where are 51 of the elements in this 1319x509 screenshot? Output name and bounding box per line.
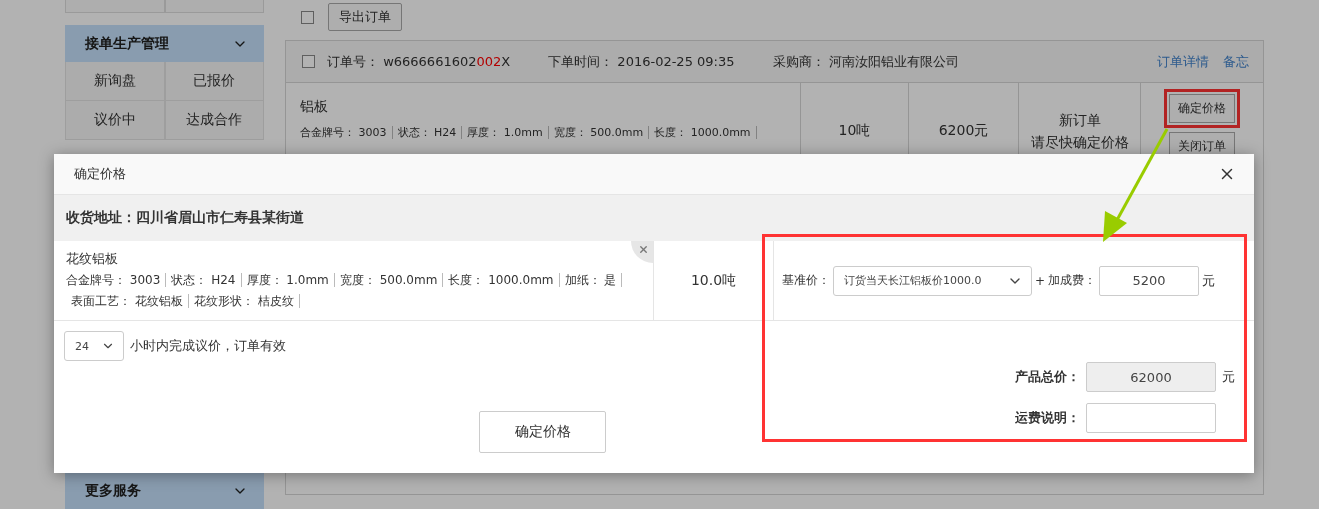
total-price-label: 产品总价： bbox=[1015, 368, 1080, 386]
quantity: 10.0吨 bbox=[690, 271, 737, 290]
spec-item: 表面工艺： 花纹铝板 bbox=[66, 294, 189, 308]
order-time: 下单时间： 2016-02-25 09:35 bbox=[548, 52, 735, 71]
action-button[interactable]: 确定价格 bbox=[1169, 94, 1235, 123]
hours-select[interactable]: 24 bbox=[64, 331, 124, 361]
shipping-field[interactable] bbox=[1086, 403, 1216, 433]
spec-item: 宽度： 500.0mm bbox=[548, 126, 650, 139]
sidebar-section-header[interactable]: 接单生产管理 bbox=[65, 25, 264, 62]
spec-item: 长度： 1000.0mm bbox=[649, 126, 757, 139]
sidebar-item[interactable]: 新询盘 bbox=[65, 62, 165, 101]
dialog-title: 确定价格 bbox=[74, 165, 126, 183]
price: 6200元 bbox=[938, 122, 989, 140]
order-status: 新订单 bbox=[1058, 111, 1101, 130]
spec-item: 长度： 1000.0mm bbox=[443, 273, 560, 287]
remove-button[interactable] bbox=[631, 241, 653, 263]
buyer-name: 采购商： 河南汝阳铝业有限公司 bbox=[772, 52, 959, 71]
spec-item: 合金牌号： 3003 bbox=[300, 126, 393, 139]
export-button[interactable]: 导出订单 bbox=[328, 3, 402, 31]
spec-item: 合金牌号： 3003 bbox=[66, 273, 167, 287]
unit-label: 元 bbox=[1222, 368, 1236, 386]
validity-text: 小时内完成议价，订单有效 bbox=[130, 337, 286, 355]
spec-item: 厚度： 1.0mm bbox=[462, 126, 549, 139]
spec-item: 厚度： 1.0mm bbox=[241, 273, 335, 287]
spec-item: 花纹形状： 桔皮纹 bbox=[188, 294, 300, 308]
sidebar-item[interactable]: 议价中 bbox=[65, 101, 165, 140]
spec-item: 加纸： 是 bbox=[559, 273, 623, 287]
base-price-select[interactable]: 订货当天长江铝板价1000.0 bbox=[833, 265, 1032, 296]
delivery-address: 收货地址：四川省眉山市仁寿县某街道 bbox=[54, 195, 1254, 241]
product-name: 铝板 bbox=[300, 98, 329, 116]
checkbox[interactable] bbox=[301, 11, 314, 24]
order-status: 请尽快确定价格 bbox=[1030, 133, 1129, 152]
plus-sign: + bbox=[1035, 273, 1046, 288]
shipping-label: 运费说明： bbox=[1015, 409, 1080, 427]
quantity: 10吨 bbox=[838, 122, 871, 140]
checkbox[interactable] bbox=[302, 55, 315, 68]
spec-item: 宽度： 500.0mm bbox=[334, 273, 444, 287]
spec-item: 状态： H24 bbox=[392, 126, 463, 139]
order-number: 订单号： w6666661602002X bbox=[327, 52, 511, 71]
spec-item: 状态： H24 bbox=[166, 273, 242, 287]
markup-label: 加成费： bbox=[1048, 272, 1097, 289]
sidebar-item[interactable]: 已报价 bbox=[164, 62, 264, 101]
confirm-price-button[interactable]: 确定价格 bbox=[479, 411, 606, 453]
product-name: 花纹铝板 bbox=[66, 250, 119, 268]
sidebar-item[interactable]: 达成合作 bbox=[164, 101, 264, 140]
close-icon bbox=[638, 244, 649, 255]
base-price-label: 基准价： bbox=[782, 272, 830, 289]
sidebar-section-header[interactable]: 更多服务 bbox=[65, 472, 264, 509]
unit-label: 元 bbox=[1202, 271, 1217, 290]
markup-field[interactable]: 5200 bbox=[1099, 265, 1200, 296]
total-price-field[interactable]: 62000 bbox=[1086, 362, 1216, 392]
